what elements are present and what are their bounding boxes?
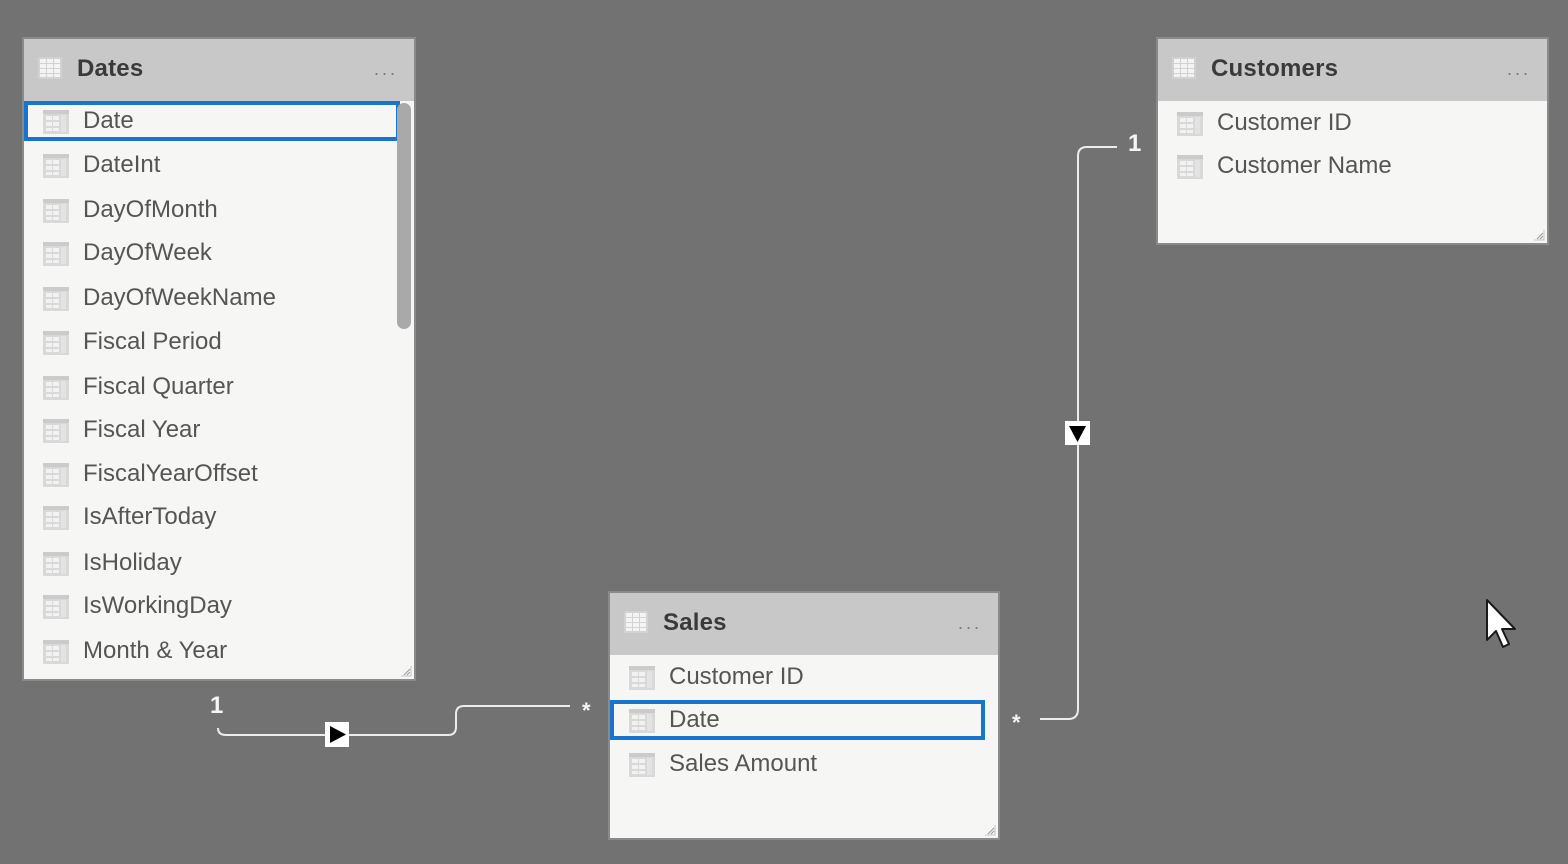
table-icon [1172, 57, 1196, 79]
table-icon [624, 611, 648, 633]
field-row-fiscal-period[interactable]: Fiscal Period [24, 322, 414, 362]
field-name: DayOfWeekName [83, 284, 276, 311]
table-title: Sales [663, 609, 727, 636]
column-icon [1177, 112, 1203, 136]
resize-handle-icon[interactable] [400, 665, 412, 677]
field-row-isholiday[interactable]: IsHoliday [24, 543, 414, 583]
field-row-customer-id[interactable]: Customer ID [1158, 103, 1547, 143]
field-row-fiscal-quarter[interactable]: Fiscal Quarter [24, 367, 414, 407]
table-card-sales[interactable]: Sales ... Customer ID Date Sales Amount [610, 593, 998, 838]
column-icon [43, 463, 69, 487]
field-name: Customer Name [1217, 152, 1392, 179]
field-row-dateint[interactable]: DateInt [24, 145, 414, 185]
column-icon [43, 506, 69, 530]
field-name: Customer ID [1217, 109, 1352, 136]
field-name: IsHoliday [83, 549, 182, 576]
field-row-date[interactable]: Date [610, 700, 985, 740]
table-title: Customers [1211, 55, 1339, 82]
column-icon [43, 287, 69, 311]
relationship-line-dates-sales[interactable] [217, 705, 570, 736]
field-name: FiscalYearOffset [83, 460, 258, 487]
scrollbar-thumb[interactable] [397, 103, 411, 329]
table-header-dates[interactable]: Dates ... [24, 39, 414, 101]
cardinality-many-sales-customer: * [1012, 710, 1021, 735]
field-name: IsAfterToday [83, 503, 217, 530]
column-icon [43, 199, 69, 223]
table-card-customers[interactable]: Customers ... Customer ID Customer Name [1158, 39, 1547, 243]
column-icon [629, 753, 655, 777]
more-options-button[interactable]: ... [958, 613, 982, 634]
column-icon [43, 419, 69, 443]
column-icon [43, 640, 69, 664]
column-icon [629, 666, 655, 690]
more-options-button[interactable]: ... [374, 59, 398, 80]
field-row-month-year[interactable]: Month & Year [24, 631, 414, 671]
field-name: Sales Amount [669, 750, 818, 777]
column-icon [43, 595, 69, 619]
cardinality-one-dates: 1 [210, 692, 224, 719]
table-card-dates[interactable]: Dates ... Date DateInt DayOfMonth DayOfW… [24, 39, 414, 679]
field-name: Fiscal Year [83, 416, 201, 443]
filter-direction-down-icon [1065, 421, 1090, 445]
field-name: DateInt [83, 151, 161, 178]
column-icon [43, 154, 69, 178]
cardinality-one-customers: 1 [1128, 130, 1142, 157]
field-row-fiscal-year[interactable]: Fiscal Year [24, 410, 414, 450]
field-name: Date [83, 107, 134, 134]
field-row-dayofweekname[interactable]: DayOfWeekName [24, 278, 414, 318]
column-icon [43, 376, 69, 400]
field-row-dayofmonth[interactable]: DayOfMonth [24, 190, 414, 230]
field-name: IsWorkingDay [83, 592, 232, 619]
table-icon [38, 57, 62, 79]
table-header-customers[interactable]: Customers ... [1158, 39, 1547, 101]
field-row-date[interactable]: Date [24, 101, 400, 141]
field-name: Fiscal Period [83, 328, 222, 355]
column-icon [43, 552, 69, 576]
field-name: Fiscal Quarter [83, 373, 234, 400]
table-title: Dates [77, 55, 144, 82]
column-icon [43, 110, 69, 134]
column-icon [43, 242, 69, 266]
field-row-isworkingday[interactable]: IsWorkingDay [24, 586, 414, 626]
field-row-sales-amount[interactable]: Sales Amount [610, 744, 998, 784]
field-name: DayOfMonth [83, 196, 218, 223]
table-header-sales[interactable]: Sales ... [610, 593, 998, 655]
field-row-fiscalyearoffset[interactable]: FiscalYearOffset [24, 454, 414, 494]
field-name: Date [669, 706, 720, 733]
field-name: Customer ID [669, 663, 804, 690]
filter-direction-right-icon [325, 722, 349, 747]
field-row-dayofweek[interactable]: DayOfWeek [24, 233, 414, 273]
column-icon [1177, 155, 1203, 179]
mouse-pointer-icon [1486, 599, 1516, 648]
column-icon [629, 709, 655, 733]
field-row-customer-name[interactable]: Customer Name [1158, 146, 1547, 186]
resize-handle-icon[interactable] [984, 824, 996, 836]
more-options-button[interactable]: ... [1507, 59, 1531, 80]
resize-handle-icon[interactable] [1533, 229, 1545, 241]
cardinality-many-sales-date: * [582, 698, 591, 723]
field-name: DayOfWeek [83, 239, 212, 266]
field-name: Month & Year [83, 637, 228, 664]
field-row-isaftertoday[interactable]: IsAfterToday [24, 497, 414, 537]
column-icon [43, 331, 69, 355]
field-row-customer-id[interactable]: Customer ID [610, 657, 998, 697]
